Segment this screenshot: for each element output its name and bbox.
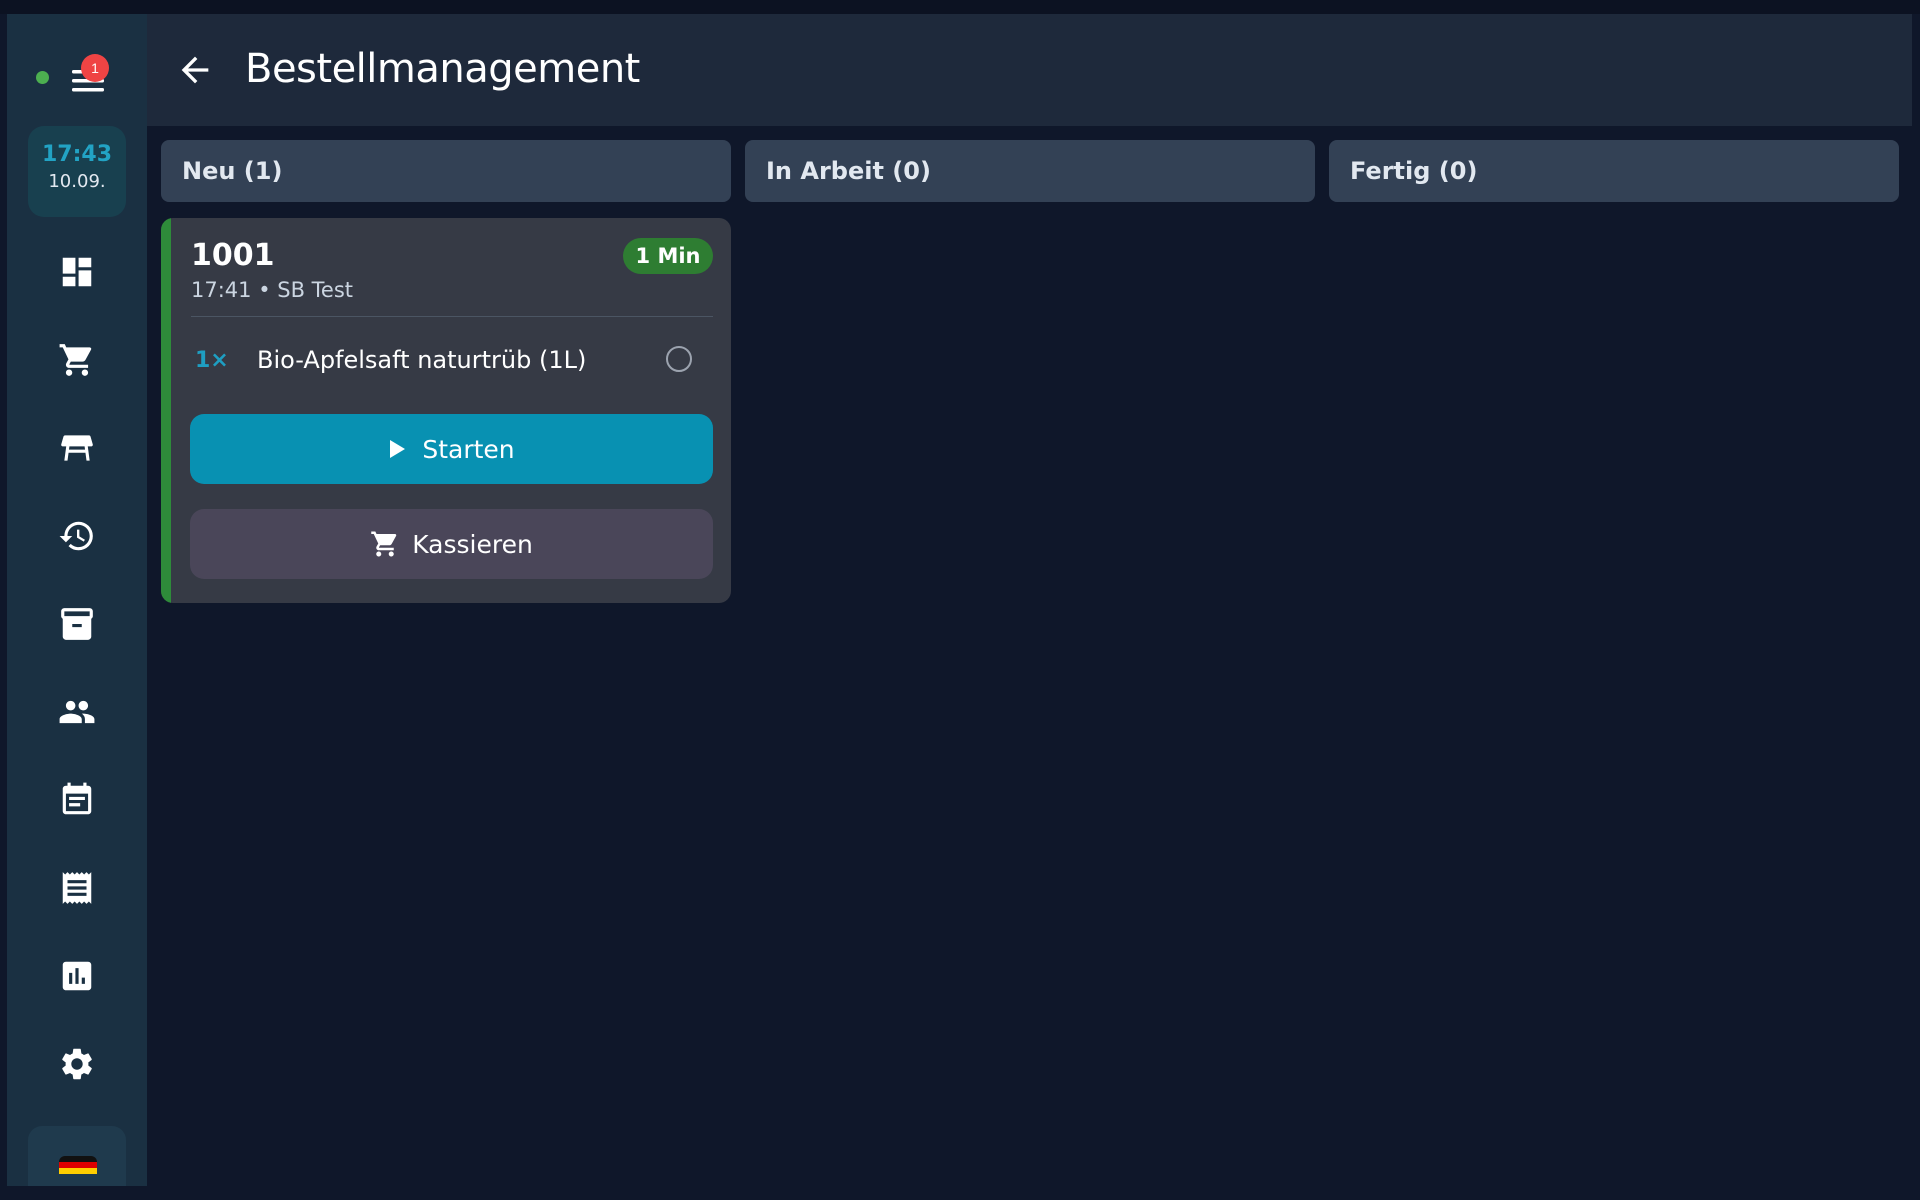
arrow-left-icon — [181, 56, 209, 84]
table-icon — [61, 435, 93, 461]
column-header-in-progress: In Arbeit (0) — [745, 140, 1315, 202]
sidebar-item-cart[interactable] — [45, 330, 109, 390]
german-flag-icon — [59, 1156, 97, 1174]
people-icon — [59, 700, 95, 724]
clock-time: 17:43 — [41, 142, 113, 167]
item-name: Bio-Apfelsaft naturtrüb (1L) — [257, 346, 587, 374]
checkout-button-label: Kassieren — [412, 529, 533, 559]
cart-icon — [371, 531, 397, 557]
order-card[interactable]: 1001 17:41 • SB Test 1 Min 1× Bio-Apfels… — [161, 218, 731, 603]
clock-date: 10.09. — [48, 171, 106, 192]
dashboard-icon — [62, 257, 92, 287]
play-icon — [390, 440, 406, 458]
page-title: Bestellmanagement — [245, 46, 640, 92]
sidebar-item-history[interactable] — [45, 506, 109, 566]
receipt-icon — [62, 872, 92, 904]
sidebar-item-dashboard[interactable] — [45, 242, 109, 302]
back-button[interactable] — [175, 50, 215, 90]
order-number: 1001 — [191, 238, 275, 273]
app-header: Bestellmanagement — [147, 14, 1912, 126]
elapsed-time-badge: 1 Min — [623, 238, 713, 274]
checkout-button[interactable]: Kassieren — [190, 509, 713, 579]
item-done-checkbox[interactable] — [666, 346, 692, 372]
calendar-icon — [62, 782, 92, 815]
sidebar-item-customers[interactable] — [45, 682, 109, 742]
start-button-label: Starten — [422, 434, 515, 464]
sidebar-item-settings[interactable] — [45, 1034, 109, 1094]
column-header-new: Neu (1) — [161, 140, 731, 202]
clock-widget: 17:43 10.09. — [28, 126, 126, 217]
history-icon — [59, 521, 93, 551]
notification-badge: 1 — [81, 54, 109, 82]
sidebar-item-tables[interactable] — [45, 418, 109, 478]
online-status-dot — [36, 71, 49, 84]
archive-icon — [61, 608, 93, 640]
sidebar-item-archive[interactable] — [45, 594, 109, 654]
start-button[interactable]: Starten — [190, 414, 713, 484]
top-strip — [0, 0, 1920, 14]
sidebar-item-calendar[interactable] — [45, 770, 109, 830]
gear-icon — [62, 1048, 92, 1080]
order-meta: 17:41 • SB Test — [191, 278, 354, 302]
order-status-accent — [161, 218, 171, 603]
language-switch-button[interactable] — [28, 1126, 126, 1186]
sidebar: 1 17:43 10.09. — [7, 14, 147, 1186]
cart-icon — [59, 344, 92, 376]
sidebar-item-reports[interactable] — [45, 946, 109, 1006]
sidebar-item-receipts[interactable] — [45, 858, 109, 918]
card-divider — [191, 316, 713, 317]
bar-chart-icon — [62, 961, 92, 991]
column-header-done: Fertig (0) — [1329, 140, 1899, 202]
item-quantity: 1× — [195, 348, 229, 373]
